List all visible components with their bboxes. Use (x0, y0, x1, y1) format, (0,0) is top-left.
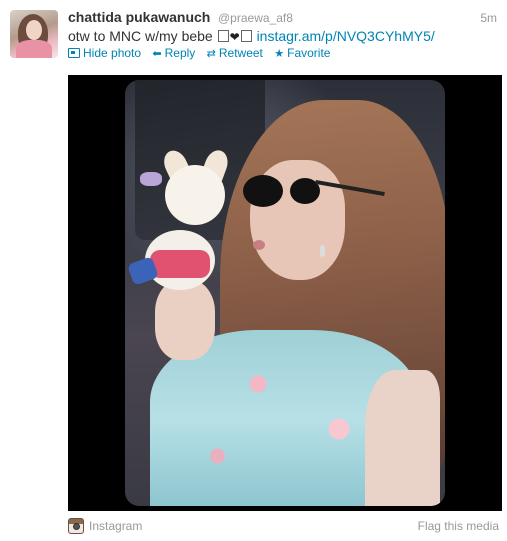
retweet-button[interactable]: ⇄ Retweet (207, 46, 263, 60)
favorite-button[interactable]: ★ Favorite (274, 46, 330, 60)
media-footer: Instagram Flag this media (68, 518, 499, 536)
tweet-photo[interactable] (125, 80, 445, 506)
timestamp[interactable]: 5m (480, 11, 497, 25)
unknown-glyph-icon (240, 30, 252, 42)
reply-button[interactable]: ⬅ Reply (152, 46, 195, 60)
reply-label: Reply (164, 46, 196, 60)
retweet-icon: ⇄ (206, 48, 216, 60)
tweet-text: otw to MNC w/my bebe ❤ instagr.am/p/NVQ3… (68, 28, 435, 44)
flag-media-link[interactable]: Flag this media (418, 519, 499, 533)
tweet-link[interactable]: instagr.am/p/NVQ3CYhMY5/ (257, 28, 435, 44)
hide-photo-button[interactable]: Hide photo (68, 46, 141, 60)
photo-icon (68, 48, 80, 58)
tweet-header: chattida pukawanuch @praewa_af8 5m (68, 8, 497, 28)
unknown-glyph-icon (217, 30, 229, 42)
favorite-label: Favorite (287, 46, 331, 60)
star-icon: ★ (274, 48, 285, 60)
user-handle[interactable]: @praewa_af8 (218, 11, 293, 25)
media-source-link[interactable]: Instagram (89, 519, 142, 533)
tweet-actions: Hide photo ⬅ Reply ⇄ Retweet ★ Favorite (68, 46, 338, 60)
reply-arrow-icon: ⬅ (152, 48, 162, 60)
avatar[interactable] (10, 10, 58, 58)
hide-photo-label: Hide photo (83, 46, 142, 60)
instagram-icon[interactable] (68, 518, 84, 534)
user-name[interactable]: chattida pukawanuch (68, 9, 210, 25)
heart-icon: ❤ (229, 30, 240, 44)
tweet: chattida pukawanuch @praewa_af8 5m otw t… (0, 0, 507, 541)
media-frame (68, 75, 502, 511)
tweet-text-body: otw to MNC w/my bebe (68, 28, 213, 44)
retweet-label: Retweet (218, 46, 263, 60)
